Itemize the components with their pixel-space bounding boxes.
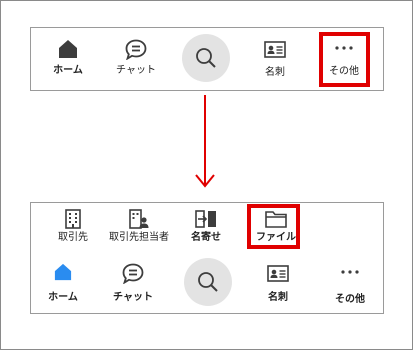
- home-icon: [59, 40, 77, 58]
- highlight-box-file: [247, 204, 300, 249]
- search-button[interactable]: [184, 258, 232, 306]
- more-dots-icon: [341, 270, 359, 274]
- chat-icon: [125, 39, 147, 60]
- tab-business-card-label: 名刺: [265, 67, 285, 78]
- menu-item-merge-label: 名寄せ: [191, 232, 221, 243]
- tab-home-label: ホーム: [53, 65, 83, 76]
- search-button[interactable]: [182, 34, 230, 82]
- tab-home-label: ホーム: [48, 292, 78, 303]
- tab-chat[interactable]: チャット: [106, 39, 166, 77]
- menu-item-contact-label: 取引先担当者: [109, 232, 169, 243]
- menu-item-account-label: 取引先: [58, 232, 88, 243]
- expanded-tab-bar: 取引先 取引先担当者 名寄せ ファイル ホーム チャット 名刺 その他: [30, 202, 384, 314]
- tab-business-card-label: 名刺: [268, 292, 288, 303]
- business-card-icon: [264, 41, 286, 58]
- menu-item-merge[interactable]: 名寄せ: [186, 209, 226, 244]
- tab-chat-label: チャット: [116, 65, 156, 76]
- tab-business-card[interactable]: 名刺: [248, 265, 308, 304]
- search-icon: [196, 48, 216, 68]
- tab-more[interactable]: その他: [320, 270, 380, 306]
- home-icon: [54, 263, 72, 281]
- search-icon: [198, 272, 218, 292]
- contact-person-icon: [129, 209, 149, 229]
- down-arrow-icon: [195, 95, 215, 188]
- highlight-box-more: [319, 32, 370, 87]
- menu-item-contact[interactable]: 取引先担当者: [105, 209, 173, 244]
- business-card-icon: [267, 265, 289, 282]
- tab-chat-label: チャット: [113, 292, 153, 303]
- tab-business-card[interactable]: 名刺: [245, 41, 305, 79]
- menu-item-account[interactable]: 取引先: [53, 209, 93, 244]
- tab-chat[interactable]: チャット: [103, 263, 163, 304]
- merge-icon: [195, 210, 216, 228]
- building-icon: [65, 209, 81, 229]
- tab-home[interactable]: ホーム: [38, 39, 98, 77]
- tab-home[interactable]: ホーム: [33, 263, 93, 304]
- tab-more-label: その他: [335, 294, 365, 305]
- chat-icon: [122, 263, 144, 284]
